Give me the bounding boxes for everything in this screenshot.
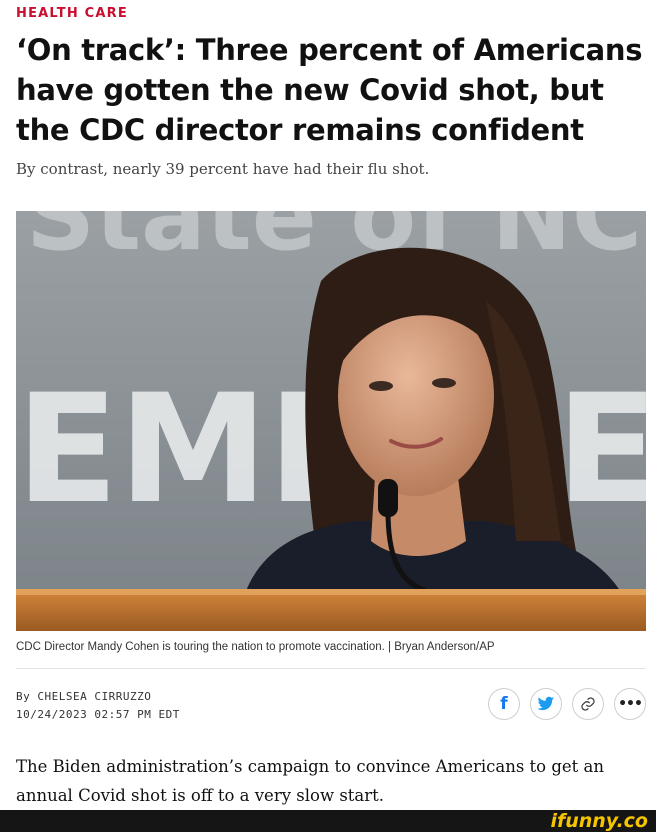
copy-link-button[interactable]: [572, 688, 604, 720]
watermark: ifunny.co: [550, 810, 648, 832]
facebook-share-button[interactable]: f: [488, 688, 520, 720]
body-paragraph: The Biden administration’s campaign to c…: [16, 757, 605, 805]
share-bar: f •••: [488, 688, 646, 720]
dek: By contrast, nearly 39 percent have had …: [16, 160, 430, 178]
section-label[interactable]: HEALTH CARE: [16, 6, 128, 21]
twitter-share-button[interactable]: [530, 688, 562, 720]
publish-timestamp: 10/24/2023 02:57 PM EDT: [16, 708, 180, 721]
photo-caption: CDC Director Mandy Cohen is touring the …: [16, 641, 495, 653]
facebook-icon: f: [500, 694, 508, 714]
more-icon: •••: [618, 696, 643, 712]
footer-bar: ifunny.co: [0, 810, 656, 832]
more-share-button[interactable]: •••: [614, 688, 646, 720]
hero-photo: State of NC EME E: [16, 211, 646, 631]
twitter-icon: [537, 696, 555, 711]
byline-block: By CHELSEA CIRRUZZO 10/24/2023 02:57 PM …: [16, 688, 180, 724]
headline: ‘On track’: Three percent of Americans h…: [16, 33, 643, 147]
divider: [16, 668, 646, 669]
author-byline[interactable]: By CHELSEA CIRRUZZO: [16, 688, 180, 706]
link-icon: [581, 697, 595, 711]
backdrop-text-top: State of NC: [26, 211, 642, 272]
